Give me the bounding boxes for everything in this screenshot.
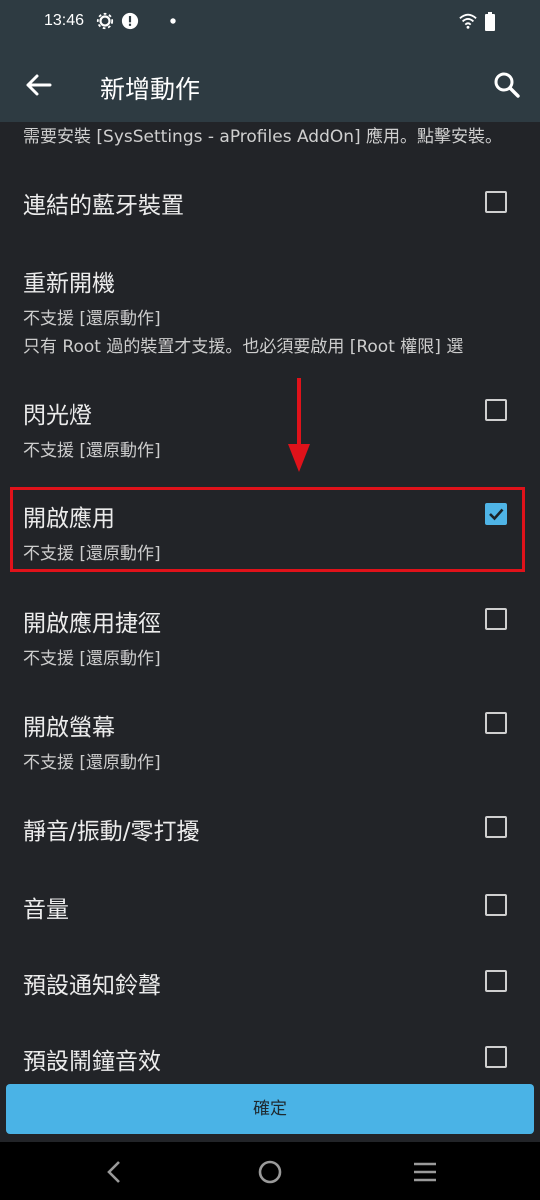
list-item-flashlight[interactable]: 閃光燈 不支援 [還原動作] [0, 382, 540, 472]
status-time: 13:46 [44, 12, 85, 29]
item-subtitle: 不支援 [還原動作] [23, 753, 161, 773]
item-description: 只有 Root 過的裝置才支援。也必須要啟用 [Root 權限] 選 [23, 337, 464, 357]
alert-icon [121, 12, 139, 30]
item-subtitle: 不支援 [還原動作] [23, 309, 161, 329]
search-icon[interactable] [490, 68, 524, 102]
dot-icon [170, 18, 176, 24]
addon-install-notice[interactable]: 需要安裝 [SysSettings - aProfiles AddOn] 應用。… [23, 122, 502, 147]
home-circle-icon[interactable] [256, 1158, 284, 1186]
item-subtitle: 不支援 [還原動作] [23, 649, 161, 669]
item-title: 連結的藍牙裝置 [23, 193, 184, 219]
item-title: 重新開機 [23, 271, 115, 297]
item-subtitle: 不支援 [還原動作] [23, 441, 161, 461]
wifi-icon [459, 13, 477, 29]
checkbox[interactable] [485, 712, 507, 734]
list-item-silent-mode[interactable]: 靜音/振動/零打擾 [0, 800, 540, 860]
list-item-bluetooth[interactable]: 連結的藍牙裝置 [0, 170, 540, 234]
recents-menu-icon[interactable] [411, 1158, 439, 1186]
item-title: 預設通知鈴聲 [23, 973, 161, 999]
checkbox[interactable] [485, 608, 507, 630]
item-title: 開啟螢幕 [23, 715, 115, 741]
confirm-button[interactable]: 確定 [6, 1084, 534, 1134]
settings-gear-icon [96, 12, 114, 30]
arrow-down-icon [288, 378, 310, 472]
list-item-reboot[interactable]: 重新開機 不支援 [還原動作] 只有 Root 過的裝置才支援。也必須要啟用 [… [0, 250, 540, 362]
list-item-open-app-shortcut[interactable]: 開啟應用捷徑 不支援 [還原動作] [0, 592, 540, 678]
checkbox[interactable] [485, 399, 507, 421]
checkbox[interactable] [485, 816, 507, 838]
list-item-notification-sound[interactable]: 預設通知鈴聲 [0, 954, 540, 1014]
back-triangle-icon[interactable] [100, 1158, 128, 1186]
checkbox[interactable] [485, 970, 507, 992]
item-title: 音量 [23, 897, 69, 923]
item-title: 靜音/振動/零打擾 [23, 819, 200, 845]
list-item-volume[interactable]: 音量 [0, 878, 540, 938]
list-item-alarm-sound[interactable]: 預設鬧鐘音效 [0, 1030, 540, 1082]
checkbox[interactable] [485, 894, 507, 916]
navigation-bar [0, 1142, 540, 1200]
item-title: 閃光燈 [23, 403, 92, 429]
item-title: 開啟應用捷徑 [23, 611, 161, 637]
item-title: 預設鬧鐘音效 [23, 1049, 161, 1075]
checkbox[interactable] [485, 191, 507, 213]
app-bar: 新增動作 [0, 46, 540, 122]
checkbox[interactable] [485, 1046, 507, 1068]
battery-icon [485, 12, 495, 31]
list-item-turn-on-screen[interactable]: 開啟螢幕 不支援 [還原動作] [0, 696, 540, 782]
status-bar: 13:46 [0, 0, 540, 46]
back-arrow-icon[interactable] [22, 68, 56, 102]
highlight-box [10, 487, 525, 572]
page-title: 新增動作 [100, 75, 201, 104]
